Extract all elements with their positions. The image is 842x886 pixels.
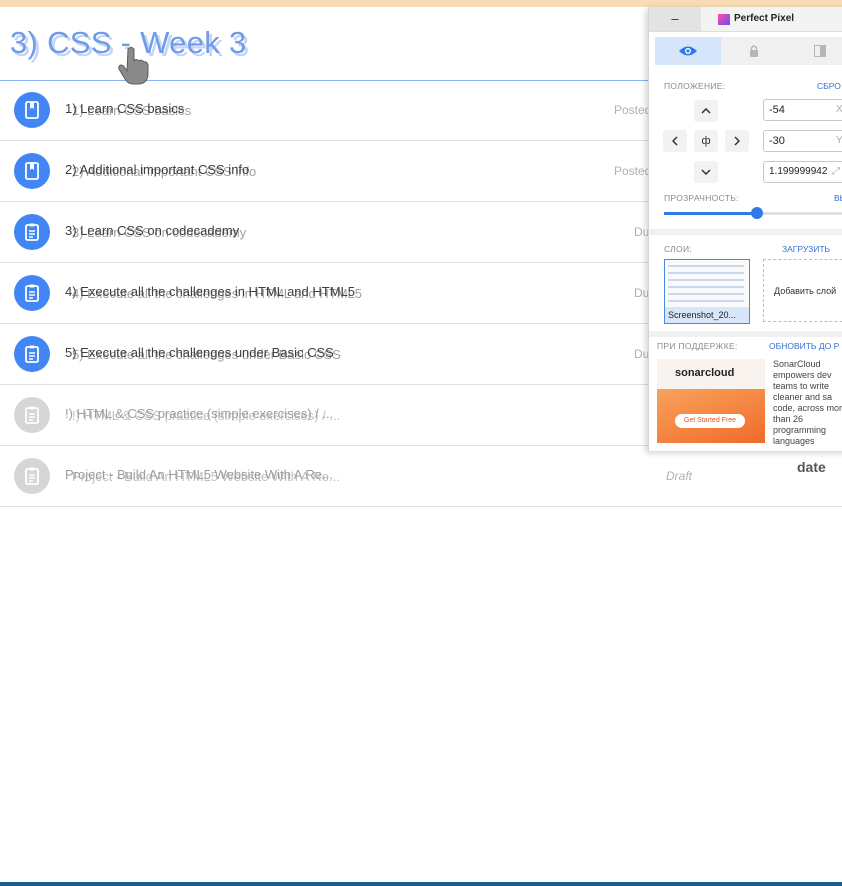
perfect-pixel-logo-icon <box>718 14 730 25</box>
support-label: ПРИ ПОДДЕРЖКЕ: <box>657 341 738 351</box>
sponsor-banner[interactable]: sonarcloud Get Started Free <box>657 359 765 443</box>
chevron-down-icon <box>701 169 711 175</box>
date-label: date <box>797 459 826 475</box>
x-suffix: X <box>836 100 842 120</box>
get-started-button[interactable]: Get Started Free <box>675 414 745 428</box>
divider <box>649 229 842 235</box>
resize-icon: ⤢ <box>832 166 840 177</box>
assignment-icon <box>14 214 50 250</box>
assignment-icon <box>14 397 50 433</box>
minimize-button[interactable]: – <box>649 7 701 31</box>
item-title[interactable]: 1) Learn CSS basics <box>65 101 184 116</box>
assignment-icon <box>14 458 50 494</box>
move-left-button[interactable] <box>663 130 687 152</box>
move-down-button[interactable] <box>694 161 718 183</box>
scale-input[interactable]: 1.199999942 ⤢ <box>763 161 842 183</box>
item-status-draft: Draft <box>666 469 693 483</box>
chevron-up-icon <box>701 108 711 114</box>
tab-visibility[interactable] <box>655 37 721 65</box>
thumbnail-preview <box>668 265 744 307</box>
move-up-button[interactable] <box>694 100 718 122</box>
taskbar-strip <box>0 882 842 886</box>
chevron-right-icon <box>734 136 740 146</box>
panel-titlebar: – Perfect Pixel <box>649 7 842 32</box>
eye-icon <box>679 46 697 56</box>
reset-link[interactable]: СБРО <box>817 81 841 91</box>
assignment-icon <box>14 336 50 372</box>
list-item[interactable]: Project - Build An HTML5 Website With A … <box>0 446 842 507</box>
item-title[interactable]: !) HTML & CSS practice (simple exercises… <box>65 406 333 421</box>
upload-link[interactable]: ЗАГРУЗИТЬ <box>782 244 830 254</box>
item-title[interactable]: 4) Execute all the challenges in HTML an… <box>65 284 355 299</box>
position-label: ПОЛОЖЕНИЕ: <box>664 81 726 91</box>
tab-lock[interactable] <box>721 37 787 65</box>
browser-top-strip <box>0 0 842 7</box>
y-position-value: -30 <box>769 135 785 147</box>
sponsor-logo: sonarcloud <box>675 367 735 379</box>
material-icon <box>14 92 50 128</box>
opacity-link[interactable]: ВЫ <box>834 193 842 203</box>
layer-thumbnail[interactable]: Screenshot_20... <box>664 259 750 324</box>
hand-cursor-icon <box>118 47 149 85</box>
item-title[interactable]: Project - Build An HTML5 Website With A … <box>65 467 333 482</box>
upgrade-link[interactable]: ОБНОВИТЬ ДО P <box>769 341 839 351</box>
tab-invert[interactable] <box>787 37 842 65</box>
chevron-left-icon <box>672 136 678 146</box>
opacity-label: ПРОЗРАЧНОСТЬ: <box>664 193 739 203</box>
item-meta: Posted <box>614 103 652 117</box>
panel-brand: Perfect Pixel <box>734 13 795 24</box>
assignment-icon <box>14 275 50 311</box>
opacity-slider-handle[interactable] <box>750 207 763 219</box>
item-title[interactable]: 5) Execute all the challenges under Basi… <box>65 345 334 360</box>
scale-value: 1.199999942 <box>769 166 828 177</box>
item-title[interactable]: 3) Learn CSS on codecademy <box>65 223 239 238</box>
item-meta: Posted <box>614 164 652 178</box>
layer-name: Screenshot_20... <box>665 307 749 323</box>
y-suffix: Y <box>836 131 842 151</box>
y-position-input[interactable]: -30 Y <box>763 130 842 152</box>
divider <box>649 331 842 337</box>
center-button[interactable]: ф <box>694 130 718 152</box>
x-position-input[interactable]: -54 X <box>763 99 842 121</box>
item-title[interactable]: 2) Additional important CSS info <box>65 162 249 177</box>
add-layer-button[interactable]: Добавить слой <box>763 259 842 322</box>
x-position-value: -54 <box>769 104 785 116</box>
layers-label: СЛОИ: <box>664 244 693 254</box>
contrast-icon <box>814 45 826 57</box>
sponsor-text: SonarCloud empowers dev teams to write c… <box>773 359 842 446</box>
panel-tabs <box>655 37 842 65</box>
lock-icon <box>750 45 758 57</box>
move-right-button[interactable] <box>725 130 749 152</box>
material-icon <box>14 153 50 189</box>
opacity-slider-fill <box>664 212 757 215</box>
perfect-pixel-panel: – Perfect Pixel ПОЛОЖЕНИЕ: СБРО ф -54 X … <box>648 7 842 451</box>
